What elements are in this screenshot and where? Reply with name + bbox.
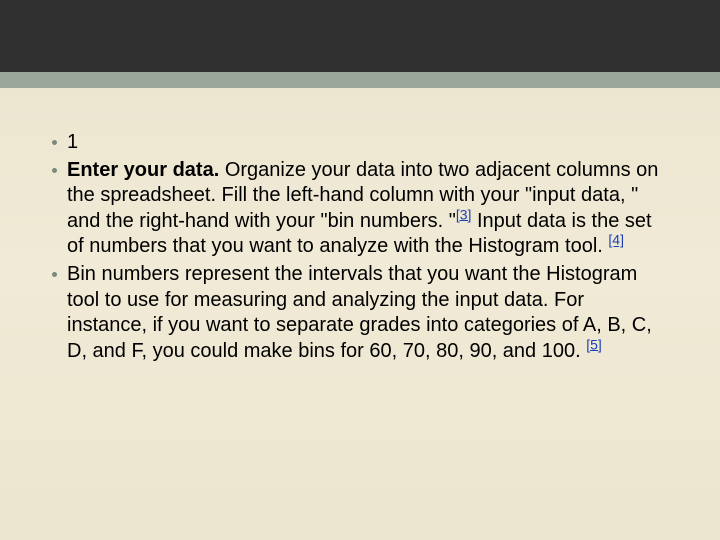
- bullet-dot-icon: [52, 140, 57, 145]
- content-area: 1 Enter your data. Organize your data in…: [52, 130, 668, 366]
- bullet-body: Bin numbers represent the intervals that…: [67, 263, 652, 362]
- citation-link[interactable]: [4]: [608, 232, 624, 248]
- step-number: 1: [67, 131, 78, 153]
- accent-band: [0, 72, 720, 88]
- title-band: [0, 0, 720, 72]
- bullet-item: Enter your data. Organize your data into…: [52, 158, 668, 260]
- bullet-item: Bin numbers represent the intervals that…: [52, 262, 668, 364]
- bullet-lead: Enter your data.: [67, 159, 219, 181]
- bullet-item: 1: [52, 130, 668, 156]
- citation-link[interactable]: [5]: [586, 336, 602, 352]
- slide: 1 Enter your data. Organize your data in…: [0, 0, 720, 540]
- bullet-text: 1: [67, 130, 668, 156]
- bullet-text: Bin numbers represent the intervals that…: [67, 262, 668, 364]
- bullet-dot-icon: [52, 272, 57, 277]
- bullet-text: Enter your data. Organize your data into…: [67, 158, 668, 260]
- citation-link[interactable]: [3]: [456, 206, 472, 222]
- bullet-dot-icon: [52, 168, 57, 173]
